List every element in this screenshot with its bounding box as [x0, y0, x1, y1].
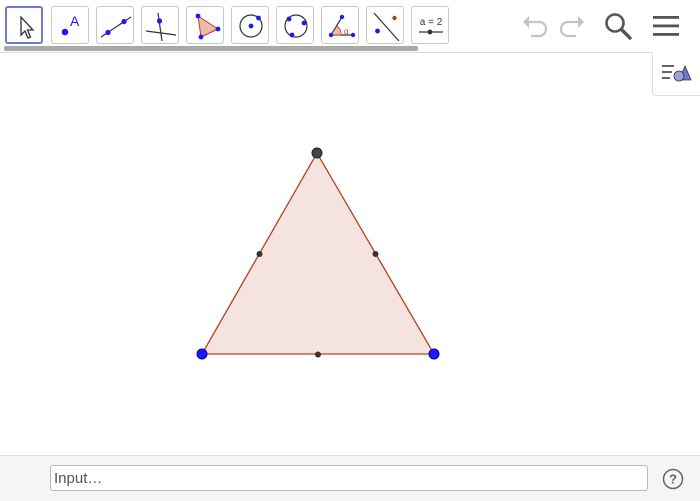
input-field[interactable] [50, 465, 648, 491]
point-tool-label: A [70, 13, 80, 29]
base-point-left[interactable] [196, 348, 208, 360]
slider-tool-label: a = 2 [420, 17, 443, 28]
triangle-polygon[interactable] [200, 151, 436, 355]
perpendicular-icon [145, 12, 177, 42]
midpoint-left-side[interactable] [256, 251, 263, 257]
toolbar: A α a = 2 [0, 0, 700, 53]
graphics-view[interactable] [0, 53, 700, 455]
help-glyph: ? [669, 472, 677, 487]
angle-tool-button[interactable]: α [321, 6, 359, 44]
midpoint-base[interactable] [315, 351, 321, 358]
triangle-polygon-icon [195, 13, 221, 40]
line-icon [100, 16, 132, 38]
midpoint-right-side[interactable] [372, 251, 379, 257]
perpendicular-line-tool-button[interactable] [141, 6, 179, 44]
point-icon: A [61, 13, 80, 36]
slider-icon: a = 2 [419, 17, 443, 35]
help-icon[interactable]: ? [662, 468, 684, 490]
slider-tool-button[interactable]: a = 2 [411, 6, 449, 44]
cursor-arrow-icon [20, 15, 35, 39]
undo-icon[interactable] [519, 10, 551, 42]
base-point-right[interactable] [428, 348, 440, 360]
redo-icon[interactable] [556, 10, 588, 42]
angle-icon: α [328, 14, 356, 38]
menu-icon[interactable] [650, 10, 682, 42]
apex-point[interactable] [311, 147, 323, 159]
circle-center-icon [239, 14, 263, 38]
circle-tool-button[interactable] [231, 6, 269, 44]
circle-three-points-icon [284, 14, 308, 38]
polygon-tool-button[interactable] [186, 6, 224, 44]
angle-tool-label: α [344, 27, 349, 36]
move-tool-button[interactable] [5, 6, 43, 44]
point-tool-button[interactable]: A [51, 6, 89, 44]
reflect-about-line-icon [373, 12, 400, 42]
input-bar: ? [0, 455, 700, 501]
toolbar-scrollbar[interactable] [4, 46, 418, 51]
circle-three-points-tool-button[interactable] [276, 6, 314, 44]
reflect-tool-button[interactable] [366, 6, 404, 44]
search-icon[interactable] [602, 10, 634, 42]
line-tool-button[interactable] [96, 6, 134, 44]
